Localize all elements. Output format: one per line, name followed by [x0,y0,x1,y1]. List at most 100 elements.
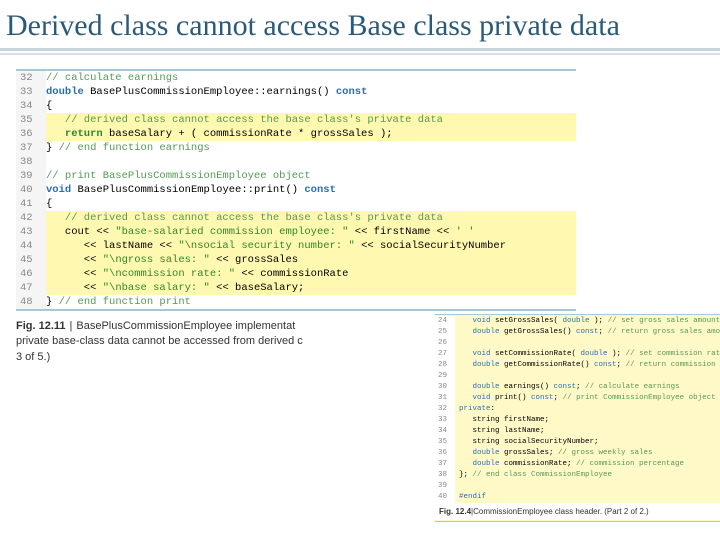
line-number: 29 [435,371,455,382]
code-line: 33 string firstName; [435,415,720,426]
line-number: 36 [435,448,455,459]
line-number: 30 [435,382,455,393]
code-line: 43 cout << "base-salaried commission emp… [16,225,576,239]
code-line: 26 [435,338,720,349]
code-content: void setCommissionRate( double ); // set… [455,349,720,360]
code-content: cout << "base-salaried commission employ… [46,225,576,239]
code-content: // derived class cannot access the base … [46,113,576,127]
code-line: 47 << "\nbase salary: " << baseSalary; [16,281,576,295]
line-number: 41 [16,197,46,211]
code-content: string socialSecurityNumber; [455,437,720,448]
code-line: 28 double getCommissionRate() const; // … [435,360,720,371]
code-line: 40void BasePlusCommissionEmployee::print… [16,183,576,197]
caption-line-c: 3 of 5.) [16,351,50,363]
code-line: 40#endif [435,492,720,503]
caption-line-b: private base-class data cannot be access… [16,335,303,347]
line-number: 42 [16,211,46,225]
line-number: 37 [16,141,46,155]
code-content: << "\ngross sales: " << grossSales [46,253,576,267]
line-number: 25 [435,327,455,338]
code-line: 45 << "\ngross sales: " << grossSales [16,253,576,267]
main-code-listing: 32// calculate earnings33double BasePlus… [16,69,576,311]
line-number: 32 [435,404,455,415]
code-line: 48} // end function print [16,295,576,309]
code-content: void BasePlusCommissionEmployee::print()… [46,183,576,197]
code-content: // derived class cannot access the base … [46,211,576,225]
inset-figure-label: Fig. 12.4 [439,507,471,516]
code-line: 32// calculate earnings [16,71,576,85]
code-line: 31 void print() const; // print Commissi… [435,393,720,404]
line-number: 35 [435,437,455,448]
code-line: 36 return baseSalary + ( commissionRate … [16,127,576,141]
code-content [455,338,720,349]
code-content: } // end function earnings [46,141,576,155]
code-content: #endif [455,492,720,503]
line-number: 33 [435,415,455,426]
line-number: 24 [435,316,455,327]
line-number: 26 [435,338,455,349]
code-content: void setGrossSales( double ); // set gro… [455,316,720,327]
caption-line-a: BasePlusCommissionEmployee implementat [76,320,295,332]
code-content: string firstName; [455,415,720,426]
code-line: 33double BasePlusCommissionEmployee::ear… [16,85,576,99]
line-number: 32 [16,71,46,85]
code-content: } // end function print [46,295,576,309]
code-content: double getGrossSales() const; // return … [455,327,720,338]
code-line: 29 [435,371,720,382]
line-number: 28 [435,360,455,371]
code-line: 44 << lastName << "\nsocial security num… [16,239,576,253]
code-content: string lastName; [455,426,720,437]
code-content: { [46,99,576,113]
code-content: double commissionRate; // commission per… [455,459,720,470]
code-line: 38}; // end class CommissionEmployee [435,470,720,481]
code-content [46,155,576,169]
line-number: 27 [435,349,455,360]
code-content: << "\nbase salary: " << baseSalary; [46,281,576,295]
code-line: 27 void setCommissionRate( double ); // … [435,349,720,360]
line-number: 33 [16,85,46,99]
code-content: }; // end class CommissionEmployee [455,470,720,481]
line-number: 36 [16,127,46,141]
inset-caption-text: CommissionEmployee class header. (Part 2… [473,507,649,516]
code-line: 24 void setGrossSales( double ); // set … [435,316,720,327]
code-content: << "\ncommission rate: " << commissionRa… [46,267,576,281]
line-number: 44 [16,239,46,253]
code-content: private: [455,404,720,415]
code-line: 34{ [16,99,576,113]
code-content [455,481,720,492]
code-content: return baseSalary + ( commissionRate * g… [46,127,576,141]
code-line: 37} // end function earnings [16,141,576,155]
line-number: 40 [435,492,455,503]
code-line: 37 double commissionRate; // commission … [435,459,720,470]
code-line: 36 double grossSales; // gross weekly sa… [435,448,720,459]
line-number: 45 [16,253,46,267]
line-number: 39 [16,169,46,183]
code-line: 39 [435,481,720,492]
line-number: 47 [16,281,46,295]
code-line: 39// print BasePlusCommissionEmployee ob… [16,169,576,183]
code-line: 32private: [435,404,720,415]
line-number: 38 [16,155,46,169]
line-number: 46 [16,267,46,281]
main-figure-caption: Fig. 12.11|BasePlusCommissionEmployee im… [16,319,436,365]
code-content: double BasePlusCommissionEmployee::earni… [46,85,576,99]
inset-code-panel: 24 void setGrossSales( double ); // set … [435,314,720,522]
line-number: 48 [16,295,46,309]
line-number: 35 [16,113,46,127]
line-number: 39 [435,481,455,492]
inset-code-listing: 24 void setGrossSales( double ); // set … [435,316,720,503]
title-underline [0,53,720,55]
figure-label: Fig. 12.11 [16,320,66,332]
line-number: 43 [16,225,46,239]
slide-title: Derived class cannot access Base class p… [0,0,720,51]
code-content: double grossSales; // gross weekly sales [455,448,720,459]
code-line: 42 // derived class cannot access the ba… [16,211,576,225]
code-content: double earnings() const; // calculate ea… [455,382,720,393]
code-content: << lastName << "\nsocial security number… [46,239,576,253]
code-content: { [46,197,576,211]
code-line: 34 string lastName; [435,426,720,437]
line-number: 40 [16,183,46,197]
code-line: 25 double getGrossSales() const; // retu… [435,327,720,338]
line-number: 31 [435,393,455,404]
code-content: double getCommissionRate() const; // ret… [455,360,720,371]
